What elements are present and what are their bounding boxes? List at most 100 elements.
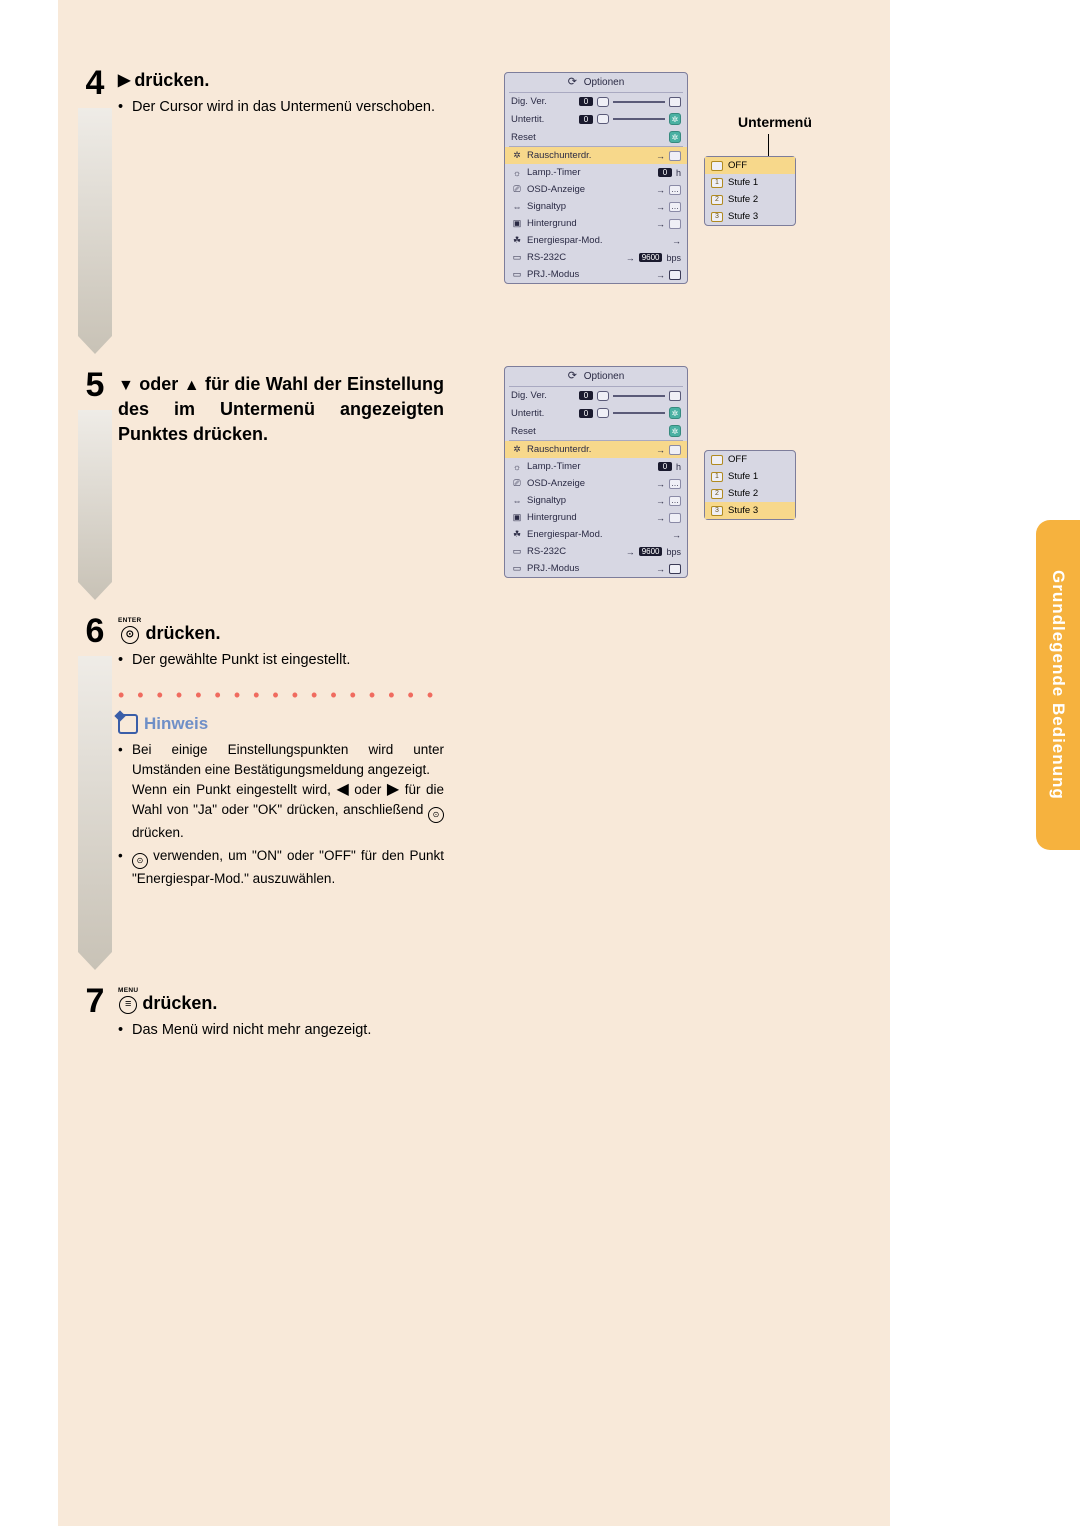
noise-icon: ✲: [511, 151, 523, 161]
side-tab: Grundlegende Bedienung: [1036, 520, 1080, 850]
eco-icon: ☘: [511, 236, 523, 246]
osd-row-rs232: ▭ RS-232C → 9600 bps: [505, 249, 687, 266]
gear-icon: [669, 113, 681, 125]
submenu-panel: OFF 1 Stufe 1 2 Stufe 2 3 Stufe 3: [704, 450, 796, 520]
osd-row-prj: ▭ PRJ.-Modus →: [505, 266, 687, 283]
step-6-head-text: drücken.: [146, 623, 221, 644]
hinweis-note-2: verwenden, um "ON" oder "OFF" für den Pu…: [118, 846, 444, 889]
level-box-icon: 1: [711, 178, 723, 188]
right-triangle-icon: [387, 782, 399, 798]
step-connector: [80, 610, 110, 970]
background-icon: ▣: [511, 219, 523, 229]
step-6-body: Der gewählte Punkt ist eingestellt.: [118, 650, 444, 671]
arrow-right-icon: →: [656, 202, 665, 212]
arrow-down-icon: [78, 656, 112, 970]
value-box-icon: [669, 185, 681, 195]
note-icon: [118, 714, 138, 734]
osd-panel: Optionen Dig. Ver. 0 Untertit. 0: [504, 72, 688, 284]
projector-icon: ▭: [511, 270, 523, 280]
osd-title: Optionen: [505, 367, 687, 386]
arrow-right-icon: →: [672, 236, 681, 246]
step-7-heading: MENU drücken.: [118, 980, 444, 1014]
step-4-body: Der Cursor wird in das Untermenü verscho…: [118, 97, 444, 118]
value-box-icon: [669, 151, 681, 161]
level-box-icon: 3: [711, 506, 723, 516]
step-6: 6 ENTER drücken. Der gewählte Punkt ist …: [58, 610, 454, 970]
step-5: 5 oder für die Wahl der Einstellung des …: [58, 364, 454, 600]
slider-thumb-icon: [597, 114, 609, 124]
arrow-right-icon: →: [626, 253, 635, 263]
down-triangle-icon: [118, 378, 134, 394]
submenu-item: 3Stufe 3: [705, 208, 795, 225]
arrow-right-icon: →: [656, 185, 665, 195]
arrow-right-icon: →: [656, 270, 665, 280]
submenu-item-label: Stufe 2: [728, 194, 758, 205]
level-box-icon: 2: [711, 489, 723, 499]
step-4-head-text: drücken.: [134, 70, 209, 91]
slider-thumb-icon: [597, 97, 609, 107]
level-box-icon: [711, 161, 723, 171]
osd-title: Optionen: [505, 73, 687, 92]
left-triangle-icon: [336, 782, 348, 798]
dotted-divider: • • • • • • • • • • • • • • • • • • • • …: [118, 685, 444, 706]
submenu-item: 1 Stufe 1: [705, 174, 795, 191]
osd-row-signal: ⇔ Signaltyp →: [505, 198, 687, 215]
hinweis-note-1: Bei einige Einstellungspunkten wird unte…: [118, 740, 444, 844]
arrow-right-icon: →: [656, 151, 665, 161]
osd-row-hintergrund: ▣ Hintergrund →: [505, 215, 687, 232]
submenu-item-label: OFF: [728, 454, 747, 465]
submenu-item: 2 Stufe 2: [705, 485, 795, 502]
osd-row-energiespar: ☘ Energiespar-Mod. →: [505, 232, 687, 249]
submenu-item-label: Stufe 2: [728, 488, 758, 499]
arrow-down-icon: [78, 108, 112, 354]
port-icon: ▭: [511, 253, 523, 263]
lamp-icon: ☼: [511, 168, 523, 178]
arrow-down-icon: [78, 410, 112, 600]
display-icon: ⎚: [511, 185, 523, 195]
submenu-panel: OFF 1 Stufe 1 2 Stufe 2 3Stufe 3: [704, 156, 796, 226]
osd-row-lamp: ☼ Lamp.-Timer 0 h: [505, 164, 687, 181]
arrow-right-icon: →: [656, 219, 665, 229]
step-5-mid: oder: [139, 374, 178, 394]
value-box-icon: [669, 202, 681, 212]
submenu-item: 1 Stufe 1: [705, 468, 795, 485]
enter-icon: [428, 807, 444, 823]
submenu-item-label: Stufe 3: [728, 505, 758, 516]
submenu-item-label: Stufe 1: [728, 471, 758, 482]
step-number: 6: [76, 614, 114, 654]
step-7-body: Das Menü wird nicht mehr angezeigt.: [118, 1020, 444, 1041]
step-number: 5: [76, 368, 114, 408]
osd-row-osd: ⎚ OSD-Anzeige →: [505, 181, 687, 198]
hinweis-heading: Hinweis: [118, 714, 444, 734]
step-6-heading: ENTER drücken.: [118, 610, 444, 644]
osd-row-reset: Reset: [505, 128, 687, 146]
options-icon: [568, 77, 579, 88]
enter-icon: [132, 853, 148, 869]
leader-line: [768, 134, 769, 156]
submenu-item: OFF: [705, 157, 795, 174]
step-number: 7: [76, 984, 114, 1024]
enter-icon: ENTER: [118, 618, 142, 644]
osd-panel: Optionen Dig. Ver.0 Untertit.0 Reset ✲Ra…: [504, 366, 688, 578]
submenu-item-label: OFF: [728, 160, 747, 171]
level-box-icon: 2: [711, 195, 723, 205]
submenu-label: Untermenü: [738, 114, 812, 130]
level-box-icon: [711, 455, 723, 465]
end-box-icon: [669, 97, 681, 107]
step-7: 7 MENU drücken. Das Menü wird nicht mehr…: [58, 980, 454, 1064]
step-4-heading: drücken.: [118, 62, 444, 91]
submenu-item-label: Stufe 3: [728, 211, 758, 222]
osd-row-untertit: Untertit. 0: [505, 110, 687, 128]
level-box-icon: 1: [711, 472, 723, 482]
menu-icon: MENU: [118, 988, 138, 1014]
options-icon: [568, 371, 579, 382]
up-triangle-icon: [184, 378, 200, 394]
right-triangle-icon: [118, 73, 130, 89]
step-4: 4 drücken. Der Cursor wird in das Unterm…: [58, 62, 454, 354]
value-box-icon: [669, 219, 681, 229]
submenu-item: OFF: [705, 451, 795, 468]
osd-row-digver: Dig. Ver. 0: [505, 93, 687, 110]
signal-icon: ⇔: [511, 202, 523, 212]
gear-icon: [669, 131, 681, 143]
submenu-item-label: Stufe 1: [728, 177, 758, 188]
